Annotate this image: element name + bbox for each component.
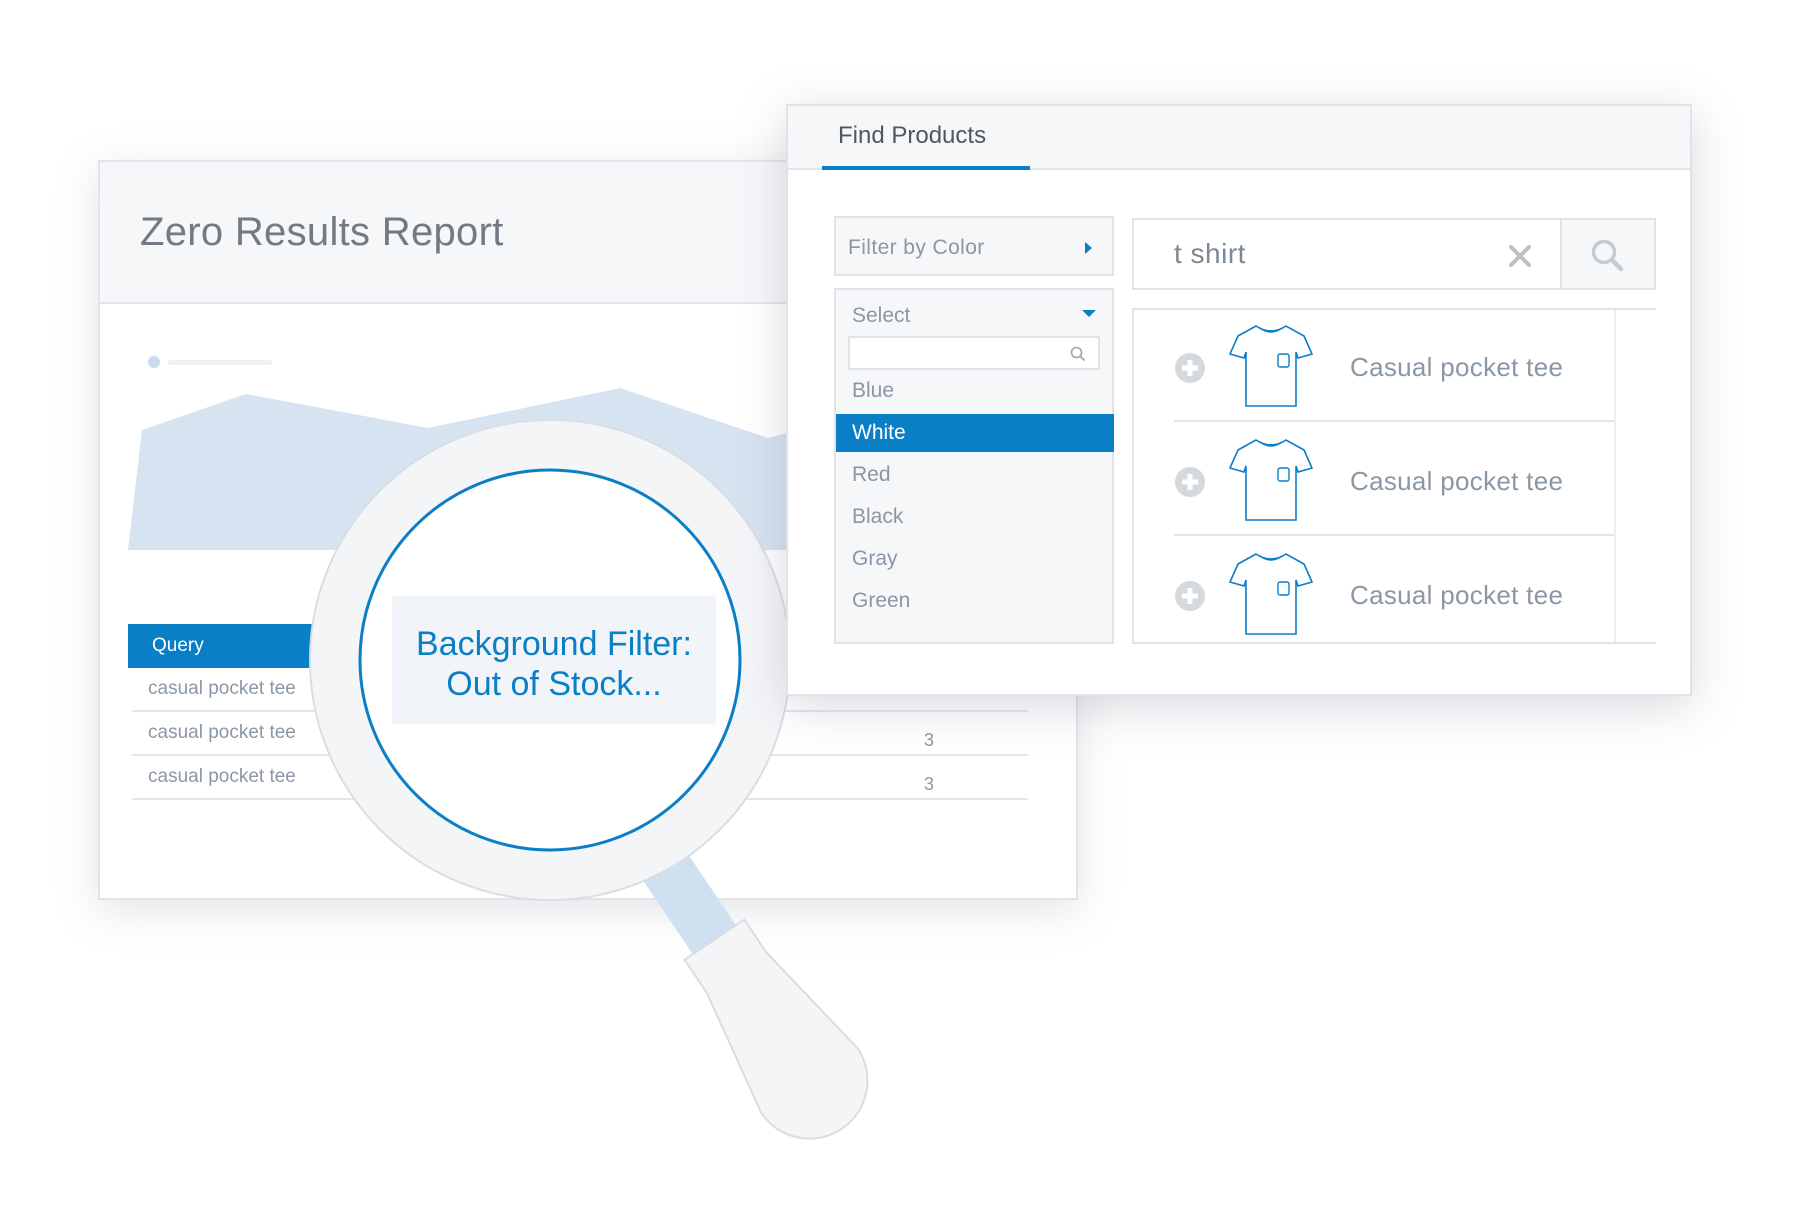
option-red[interactable]: Red [836, 456, 1114, 494]
query-cell: casual pocket tee [148, 766, 296, 787]
select-placeholder: Select [852, 304, 911, 327]
dropdown-search-input[interactable] [848, 336, 1100, 370]
option-green[interactable]: Green [836, 582, 1114, 620]
color-select-dropdown[interactable]: Select Blue White Red Black Gray Green [834, 288, 1114, 644]
product-search-input[interactable]: t shirt [1132, 218, 1562, 290]
count-cell: 3 [924, 730, 935, 750]
add-icon[interactable] [1174, 466, 1206, 498]
list-item[interactable]: Casual pocket tee [1174, 538, 1614, 650]
caret-down-icon[interactable] [1082, 310, 1096, 317]
chart-legend-dot [148, 356, 160, 368]
query-cell: casual pocket tee [148, 722, 296, 743]
search-query-value: t shirt [1174, 238, 1246, 269]
filter-by-color-button[interactable]: Filter by Color [834, 216, 1114, 276]
finder-header: Find Products [788, 106, 1690, 170]
tshirt-icon [1228, 439, 1314, 521]
product-name: Casual pocket tee [1350, 580, 1564, 610]
find-products-panel: Find Products Filter by Color Select Blu… [786, 104, 1692, 696]
clear-icon[interactable] [1508, 244, 1532, 268]
option-black[interactable]: Black [836, 498, 1114, 536]
chart-legend-line [168, 360, 272, 365]
query-column-header[interactable]: Query [128, 624, 318, 668]
product-name: Casual pocket tee [1350, 352, 1564, 382]
magnifier-handle [642, 850, 869, 1140]
tshirt-icon [1228, 325, 1314, 407]
list-item[interactable]: Casual pocket tee [1174, 424, 1614, 536]
product-name: Casual pocket tee [1350, 466, 1564, 496]
add-icon[interactable] [1174, 580, 1206, 612]
list-item[interactable]: Casual pocket tee [1174, 310, 1614, 422]
callout-line-1: Background Filter: [416, 625, 692, 663]
background-filter-callout: Background Filter: Out of Stock... [392, 596, 716, 724]
caret-right-icon [1085, 242, 1092, 254]
search-button[interactable] [1562, 218, 1656, 290]
query-cell: casual pocket tee [148, 678, 296, 699]
search-icon [1070, 346, 1086, 362]
tab-find-products[interactable]: Find Products [822, 106, 1030, 170]
option-gray[interactable]: Gray [836, 540, 1114, 578]
option-blue[interactable]: Blue [836, 372, 1114, 410]
callout-line-2: Out of Stock... [446, 665, 662, 703]
tshirt-icon [1228, 553, 1314, 635]
filter-by-color-label: Filter by Color [848, 236, 985, 259]
search-icon [1591, 239, 1624, 272]
count-cell: 3 [924, 774, 935, 794]
product-results-list: Casual pocket tee Casual pocket tee Casu… [1132, 308, 1656, 644]
add-icon[interactable] [1174, 352, 1206, 384]
option-white[interactable]: White [836, 414, 1114, 452]
